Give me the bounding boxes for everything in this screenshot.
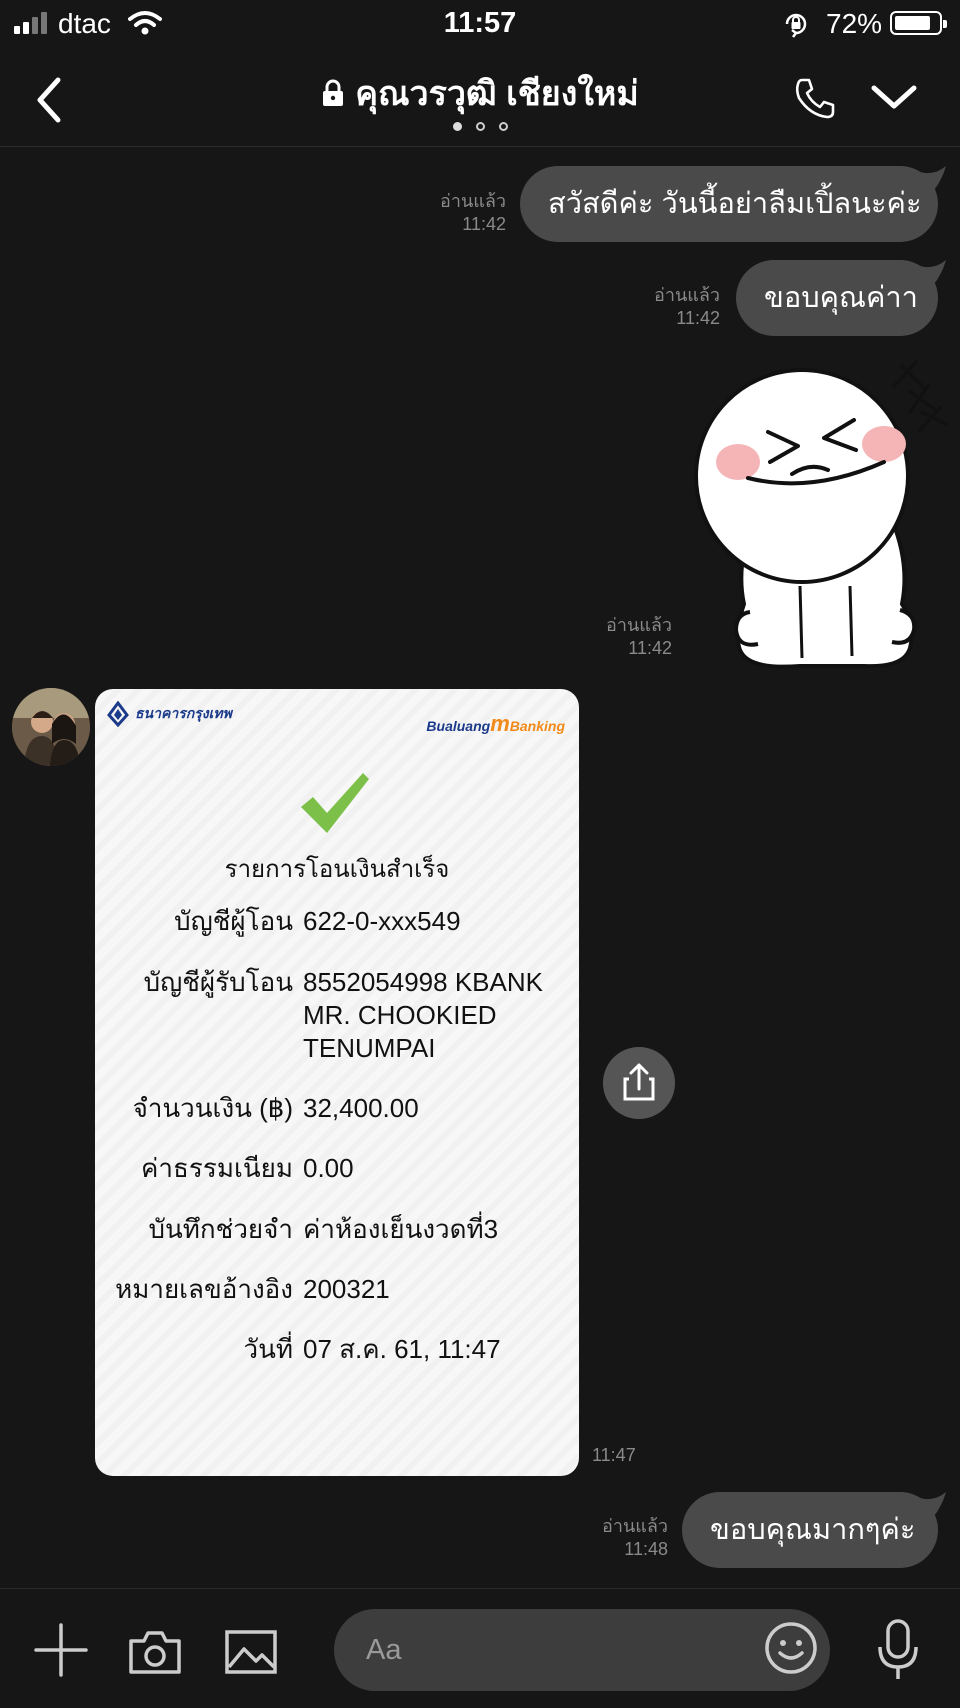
read-receipt: อ่านแล้ว bbox=[606, 615, 672, 635]
outgoing-message[interactable]: ขอบคุณมากๆค่ะ bbox=[682, 1492, 946, 1568]
phone-icon[interactable] bbox=[792, 76, 838, 122]
outgoing-message[interactable]: ขอบคุณค่าา bbox=[736, 260, 946, 336]
receipt-value: ค่าห้องเย็นงวดที่3 bbox=[303, 1214, 499, 1244]
page-dot bbox=[498, 122, 508, 131]
bank-name: ธนาคารกรุงเทพ bbox=[135, 705, 232, 721]
message-input-placeholder: Aa bbox=[366, 1634, 402, 1666]
read-receipt: อ่านแล้ว bbox=[602, 1516, 668, 1536]
image-icon[interactable] bbox=[224, 1629, 278, 1675]
receipt-label: จำนวนเงิน (฿) bbox=[132, 1093, 293, 1123]
message-text: สวัสดีค่ะ วันนี้อย่าลืมเปิ้ลนะค่ะ bbox=[548, 188, 922, 220]
page-dot bbox=[452, 122, 462, 131]
avatar-photo bbox=[12, 688, 90, 766]
receipt-value: 8552054998 KBANK MR. CHOOKIED TENUMPAI bbox=[303, 966, 543, 1065]
battery-percent: 72% bbox=[826, 8, 883, 39]
transfer-receipt-image[interactable]: ธนาคารกรุงเทพ BualuangmBanking รายการโอน… bbox=[95, 689, 579, 1476]
receipt-to-line: MR. CHOOKIED bbox=[303, 1000, 497, 1030]
page-indicator bbox=[0, 122, 960, 131]
receipt-label: บัญชีผู้รับโอน bbox=[143, 967, 293, 997]
message-time: 11:48 bbox=[624, 1539, 668, 1559]
receipt-label: บัญชีผู้โอน bbox=[174, 906, 293, 936]
chat-title: คุณวรวุฒิ เชียงใหม่ bbox=[355, 75, 639, 113]
outgoing-message[interactable]: สวัสดีค่ะ วันนี้อย่าลืมเปิ้ลนะค่ะ bbox=[520, 166, 946, 242]
message-meta: อ่านแล้ว 11:42 bbox=[590, 284, 720, 330]
mic-icon[interactable] bbox=[876, 1619, 920, 1681]
chat-header: คุณวรวุฒิ เชียงใหม่ bbox=[0, 50, 960, 147]
receipt-label: บันทึกช่วยจำ bbox=[148, 1214, 293, 1244]
plus-icon[interactable] bbox=[34, 1623, 88, 1677]
receipt-value: 622-0-xxx549 bbox=[303, 906, 461, 936]
read-receipt: อ่านแล้ว bbox=[440, 191, 506, 211]
receipt-label: วันที่ bbox=[243, 1334, 293, 1364]
mbanking-suffix: Banking bbox=[509, 718, 565, 734]
receipt-to-line: TENUMPAI bbox=[303, 1033, 436, 1063]
message-input[interactable]: Aa bbox=[334, 1609, 830, 1691]
share-icon[interactable] bbox=[603, 1047, 675, 1119]
receipt-value: 32,400.00 bbox=[303, 1093, 419, 1123]
receipt-title: รายการโอนเงินสำเร็จ bbox=[224, 856, 450, 883]
receipt-to-line: 8552054998 KBANK bbox=[303, 967, 543, 997]
message-meta: อ่านแล้ว 11:42 bbox=[540, 614, 672, 660]
battery-icon bbox=[890, 11, 947, 35]
message-meta: อ่านแล้ว 11:48 bbox=[536, 1515, 668, 1561]
lock-icon bbox=[323, 79, 344, 106]
status-bar: dtac 11:57 72% bbox=[0, 0, 960, 48]
message-time: 11:42 bbox=[676, 308, 720, 328]
message-time: 11:42 bbox=[462, 214, 506, 234]
message-composer: Aa bbox=[0, 1588, 960, 1708]
receipt-label: ค่าธรรมเนียม bbox=[141, 1153, 293, 1183]
receipt-value: 0.00 bbox=[303, 1153, 354, 1183]
receipt-value: 200321 bbox=[303, 1274, 390, 1304]
mbanking-logo: BualuangmBanking bbox=[426, 711, 565, 737]
receipt-value: 07 ส.ค. 61, 11:47 bbox=[303, 1334, 501, 1364]
bank-lotus-icon bbox=[107, 701, 129, 727]
sticker-laughing-character[interactable] bbox=[688, 358, 952, 670]
bank-logo: ธนาคารกรุงเทพ bbox=[107, 701, 232, 727]
page-dot bbox=[475, 122, 485, 131]
emoji-icon[interactable] bbox=[764, 1621, 818, 1675]
mbanking-m: m bbox=[490, 711, 510, 736]
rotation-lock-icon bbox=[785, 13, 807, 38]
receipt-label: หมายเลขอ้างอิง bbox=[115, 1274, 293, 1304]
bubble-tail bbox=[920, 166, 946, 190]
mbanking-prefix: Bualuang bbox=[426, 718, 491, 734]
message-text: ขอบคุณมากๆค่ะ bbox=[710, 1514, 916, 1546]
avatar[interactable] bbox=[12, 688, 90, 766]
status-time: 11:57 bbox=[443, 7, 517, 39]
message-time: 11:47 bbox=[592, 1445, 636, 1465]
chevron-down-icon[interactable] bbox=[870, 80, 918, 114]
message-text: ขอบคุณค่าา bbox=[764, 282, 918, 314]
message-time: 11:42 bbox=[628, 638, 672, 658]
read-receipt: อ่านแล้ว bbox=[654, 285, 720, 305]
camera-icon[interactable] bbox=[128, 1629, 182, 1675]
success-check-icon bbox=[301, 773, 369, 833]
message-meta: อ่านแล้ว 11:42 bbox=[380, 190, 506, 236]
bubble-tail bbox=[920, 260, 946, 284]
bubble-tail bbox=[920, 1492, 946, 1516]
